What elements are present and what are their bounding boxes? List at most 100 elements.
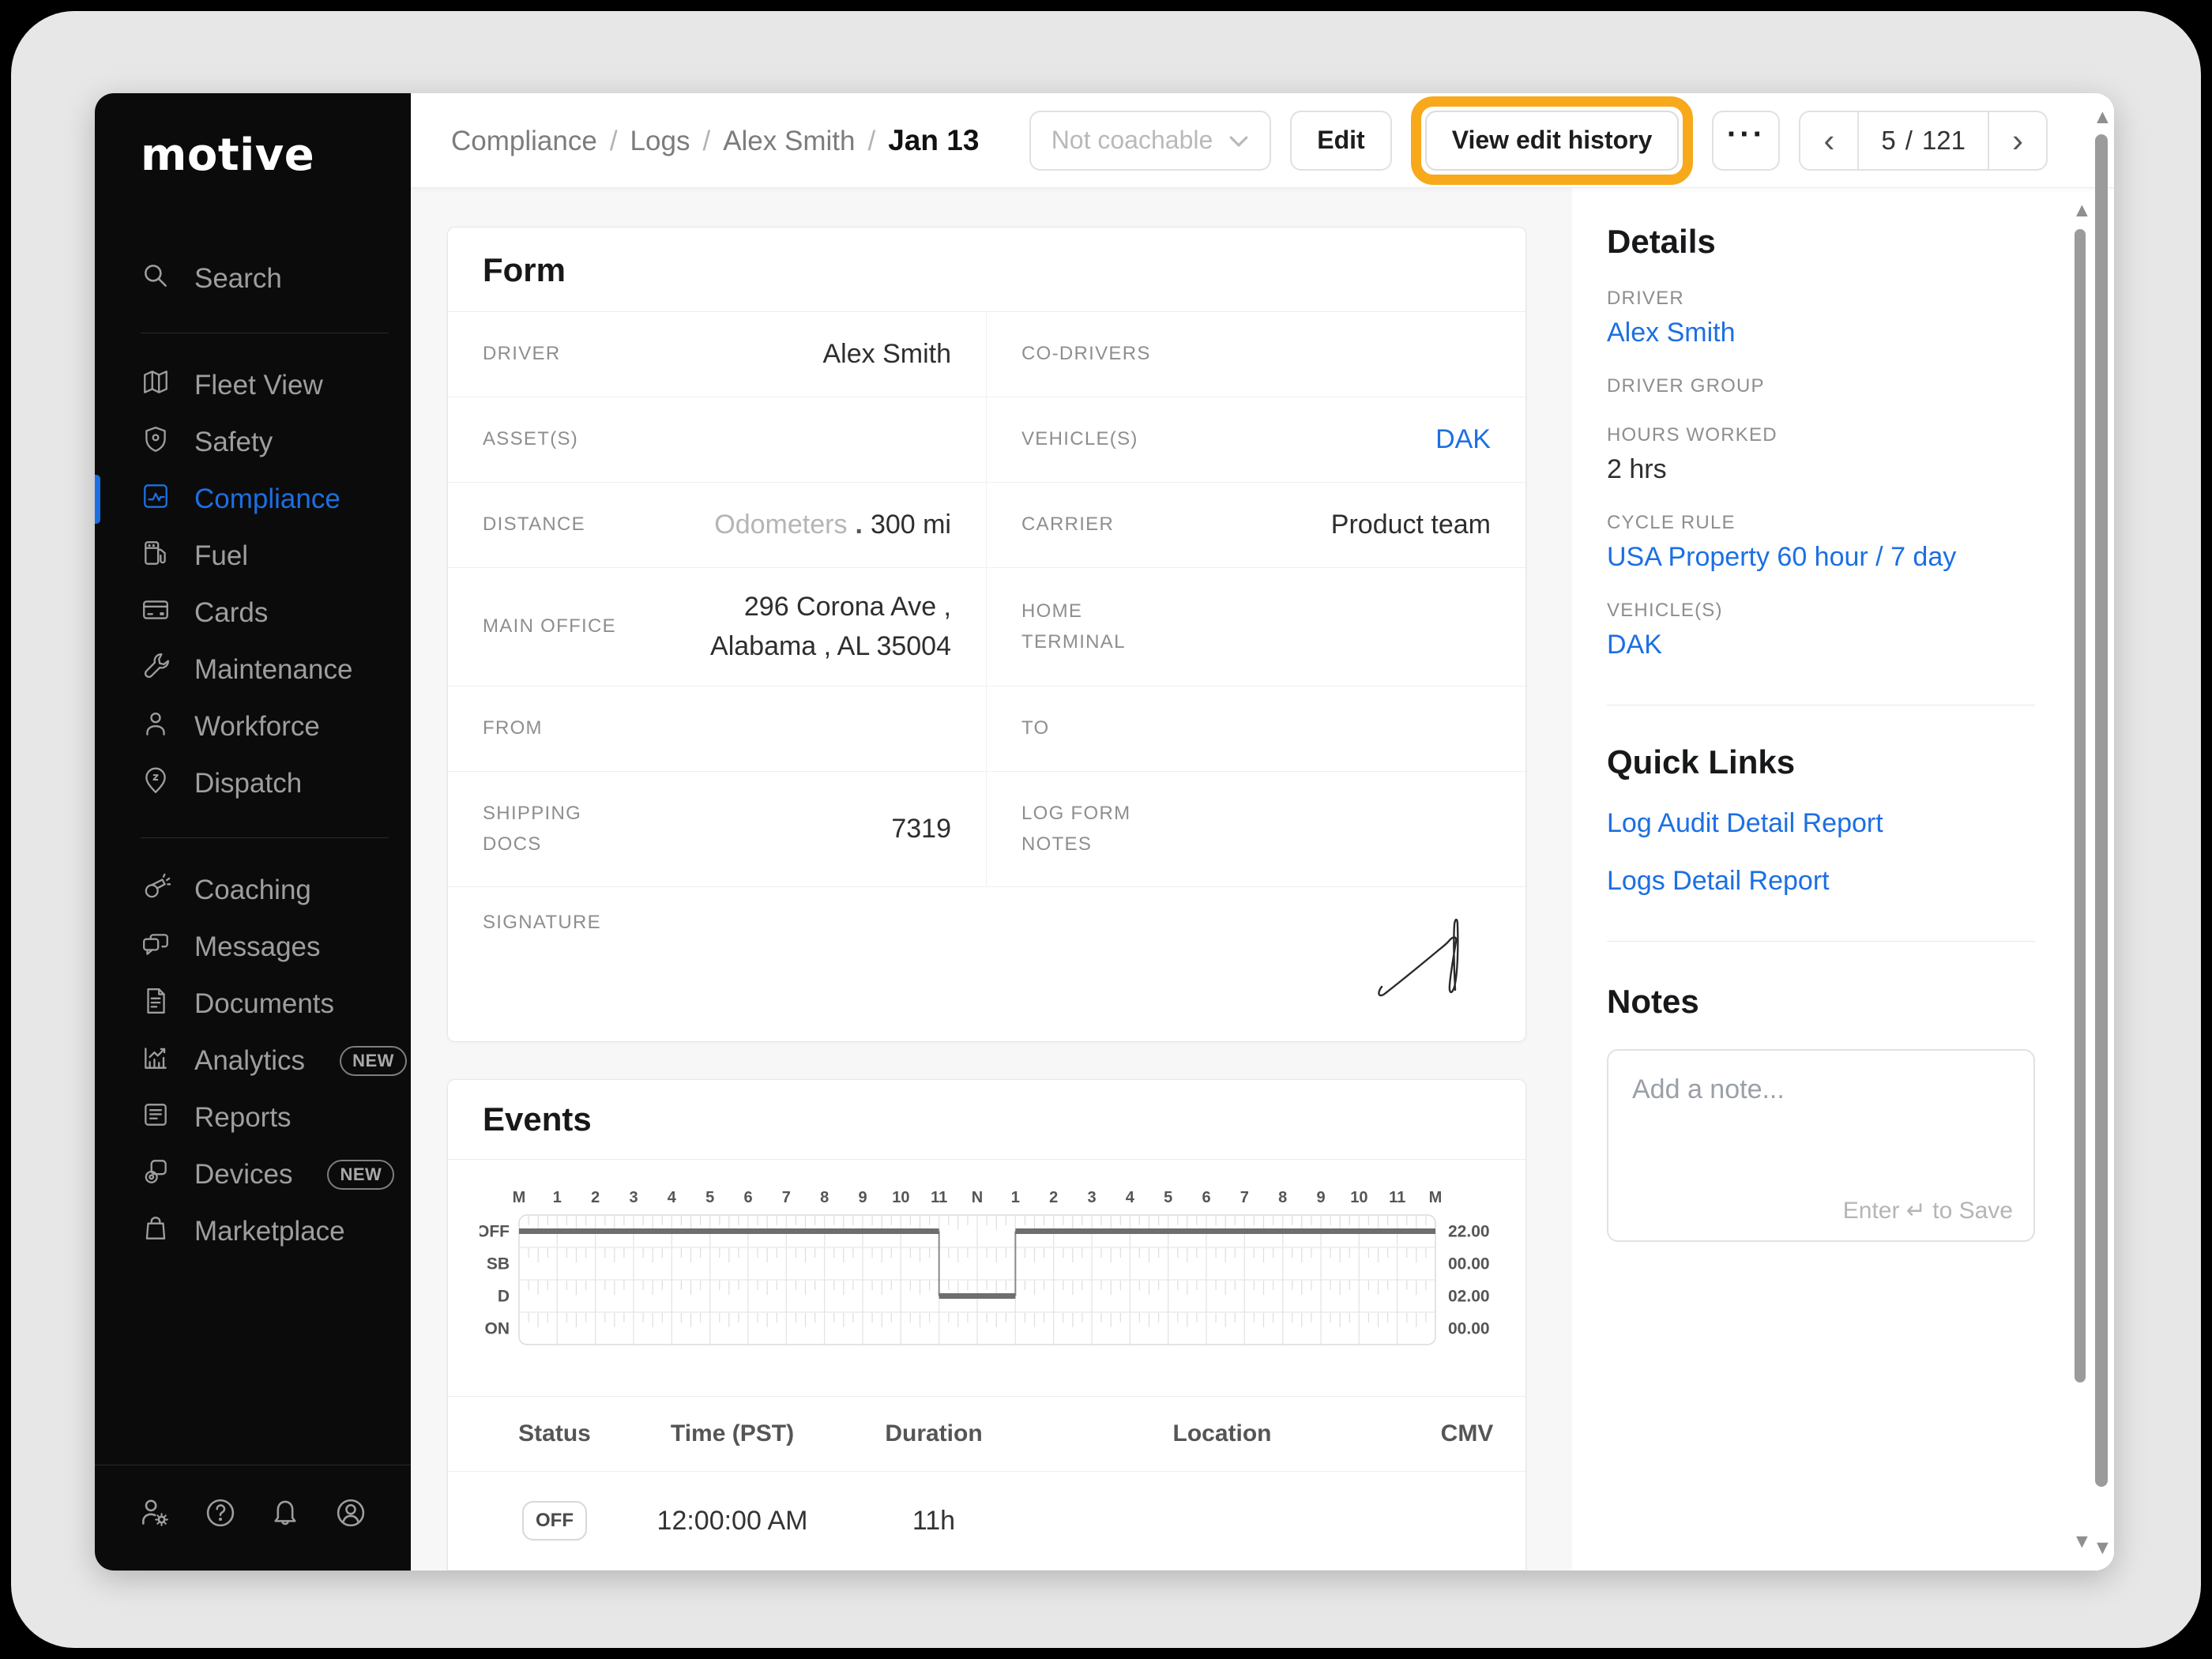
search-icon <box>141 261 171 298</box>
sidebar-item-devices[interactable]: Devices NEW <box>95 1146 411 1203</box>
previous-log-button[interactable]: ‹ <box>1800 112 1857 169</box>
vehicles-value-link[interactable]: DAK <box>1178 420 1491 459</box>
details-cycle-rule-link[interactable]: USA Property 60 hour / 7 day <box>1607 542 2035 573</box>
event-duration: 11h <box>835 1506 1033 1537</box>
details-driver-link[interactable]: Alex Smith <box>1607 318 2035 348</box>
edit-button[interactable]: Edit <box>1290 111 1391 171</box>
field-label: CARRIER <box>1021 510 1157 540</box>
scroll-down-arrow-icon[interactable]: ▼ <box>2093 1538 2110 1558</box>
svg-text:6: 6 <box>743 1189 752 1206</box>
scroll-down-arrow-icon[interactable]: ▼ <box>2072 1532 2088 1552</box>
page-separator: / <box>1905 126 1913 156</box>
notifications-bell-icon[interactable] <box>268 1495 303 1534</box>
sidebar-item-dispatch[interactable]: Dispatch <box>95 755 411 812</box>
svg-text:SB: SB <box>487 1255 510 1273</box>
event-row-driving[interactable]: D 11:00:00 AM 2h D <box>448 1570 1525 1571</box>
sidebar-item-compliance[interactable]: Compliance <box>95 471 411 528</box>
sidebar-nav: Fleet View Safety Compliance Fuel Cards … <box>95 357 411 1260</box>
field-label: VEHICLE(S) <box>1021 424 1157 454</box>
sidebar-item-analytics[interactable]: Analytics NEW <box>95 1033 411 1089</box>
wrench-icon <box>141 652 171 689</box>
details-label: VEHICLE(S) <box>1607 600 2035 622</box>
view-edit-history-button[interactable]: View edit history <box>1425 111 1680 171</box>
credit-card-icon <box>141 595 171 632</box>
details-vehicles-link[interactable]: DAK <box>1607 630 2035 660</box>
content-scrollbar-thumb[interactable] <box>2075 229 2086 1382</box>
sidebar-item-label: Reports <box>194 1102 292 1134</box>
field-label: DISTANCE <box>483 510 619 540</box>
breadcrumb-driver[interactable]: Alex Smith <box>723 126 855 157</box>
window-scrollbar-thumb[interactable] <box>2095 134 2108 1487</box>
details-hours-worked-value: 2 hrs <box>1607 454 2035 485</box>
sidebar-item-label: Analytics <box>194 1045 305 1077</box>
sidebar-item-label: Documents <box>194 988 334 1020</box>
breadcrumb-logs[interactable]: Logs <box>630 126 690 157</box>
notes-title: Notes <box>1607 983 2035 1021</box>
form-row: ASSET(S) VEHICLE(S) DAK <box>448 397 1525 482</box>
new-badge: NEW <box>340 1046 407 1076</box>
svg-text:3: 3 <box>1087 1189 1096 1206</box>
svg-text:4: 4 <box>668 1189 677 1206</box>
person-icon <box>141 709 171 746</box>
sidebar-search[interactable]: Search <box>95 250 411 307</box>
new-badge: NEW <box>327 1160 394 1190</box>
details-cycle-rule: CYCLE RULE USA Property 60 hour / 7 day <box>1607 512 2035 573</box>
whistle-icon <box>141 872 171 909</box>
account-avatar-icon[interactable] <box>333 1495 368 1534</box>
chevron-down-icon <box>1228 126 1249 155</box>
logs-detail-report-link[interactable]: Logs Detail Report <box>1607 866 2035 897</box>
sidebar-item-messages[interactable]: Messages <box>95 919 411 976</box>
field-label: SHIPPING DOCS <box>483 799 619 860</box>
column-header-cmv: CMV <box>1412 1420 1522 1447</box>
svg-text:7: 7 <box>782 1189 791 1206</box>
sidebar-item-label: Safety <box>194 427 273 458</box>
sidebar-item-fuel[interactable]: Fuel <box>95 528 411 585</box>
sidebar-item-cards[interactable]: Cards <box>95 585 411 641</box>
main-area: Compliance / Logs / Alex Smith / Jan 13 … <box>411 93 2114 1571</box>
log-audit-detail-report-link[interactable]: Log Audit Detail Report <box>1607 808 2035 839</box>
shield-icon <box>141 424 171 461</box>
sidebar-search-label: Search <box>194 263 282 295</box>
form-row: DRIVER Alex Smith CO-DRIVERS <box>448 312 1525 397</box>
svg-text:3: 3 <box>629 1189 638 1206</box>
scroll-up-arrow-icon[interactable]: ▲ <box>2072 201 2088 220</box>
event-row-off[interactable]: OFF 12:00:00 AM 11h <box>448 1471 1525 1570</box>
svg-text:4: 4 <box>1126 1189 1135 1206</box>
help-icon[interactable] <box>203 1495 238 1534</box>
distance-source: Odometers <box>714 510 847 540</box>
sidebar-item-fleet-view[interactable]: Fleet View <box>95 357 411 414</box>
field-label: DRIVER <box>483 339 619 369</box>
sidebar-item-workforce[interactable]: Workforce <box>95 698 411 755</box>
sidebar-item-documents[interactable]: Documents <box>95 976 411 1033</box>
sidebar-item-label: Workforce <box>194 711 320 743</box>
more-actions-button[interactable]: ··· <box>1712 111 1780 171</box>
svg-text:M: M <box>513 1189 526 1206</box>
svg-text:D: D <box>498 1288 510 1306</box>
coachable-dropdown[interactable]: Not coachable <box>1029 111 1272 171</box>
details-driver-group: DRIVER GROUP <box>1607 375 2035 397</box>
form-row: FROM TO <box>448 686 1525 771</box>
sidebar-item-reports[interactable]: Reports <box>95 1089 411 1146</box>
form-card: Form DRIVER Alex Smith CO-DRIVERS <box>447 227 1526 1042</box>
to-field: TO <box>987 687 1525 771</box>
vehicles-field: VEHICLE(S) DAK <box>987 397 1525 482</box>
distance-separator: . <box>855 510 862 540</box>
window-scrollbar[interactable]: ▲ ▼ <box>2093 107 2110 1558</box>
content-scrollbar[interactable]: ▲ ▼ <box>2072 201 2088 1552</box>
note-input[interactable] <box>1608 1051 2033 1161</box>
fuel-pump-icon <box>141 538 171 575</box>
next-log-button[interactable]: › <box>1989 112 2046 169</box>
events-table-header: Status Time (PST) Duration Location CMV <box>448 1396 1525 1471</box>
breadcrumb-compliance[interactable]: Compliance <box>451 126 597 157</box>
sidebar-item-safety[interactable]: Safety <box>95 414 411 471</box>
details-label: CYCLE RULE <box>1607 512 2035 534</box>
scroll-up-arrow-icon[interactable]: ▲ <box>2093 107 2110 127</box>
svg-text:8: 8 <box>1278 1189 1287 1206</box>
sidebar-item-coaching[interactable]: Coaching <box>95 862 411 919</box>
sidebar-item-marketplace[interactable]: Marketplace <box>95 1203 411 1260</box>
sidebar-item-maintenance[interactable]: Maintenance <box>95 641 411 698</box>
admin-settings-icon[interactable] <box>137 1495 172 1534</box>
document-icon <box>141 986 171 1023</box>
svg-text:02.00: 02.00 <box>1448 1288 1489 1306</box>
main-office-field: MAIN OFFICE 296 Corona Ave , Alabama , A… <box>448 568 987 686</box>
